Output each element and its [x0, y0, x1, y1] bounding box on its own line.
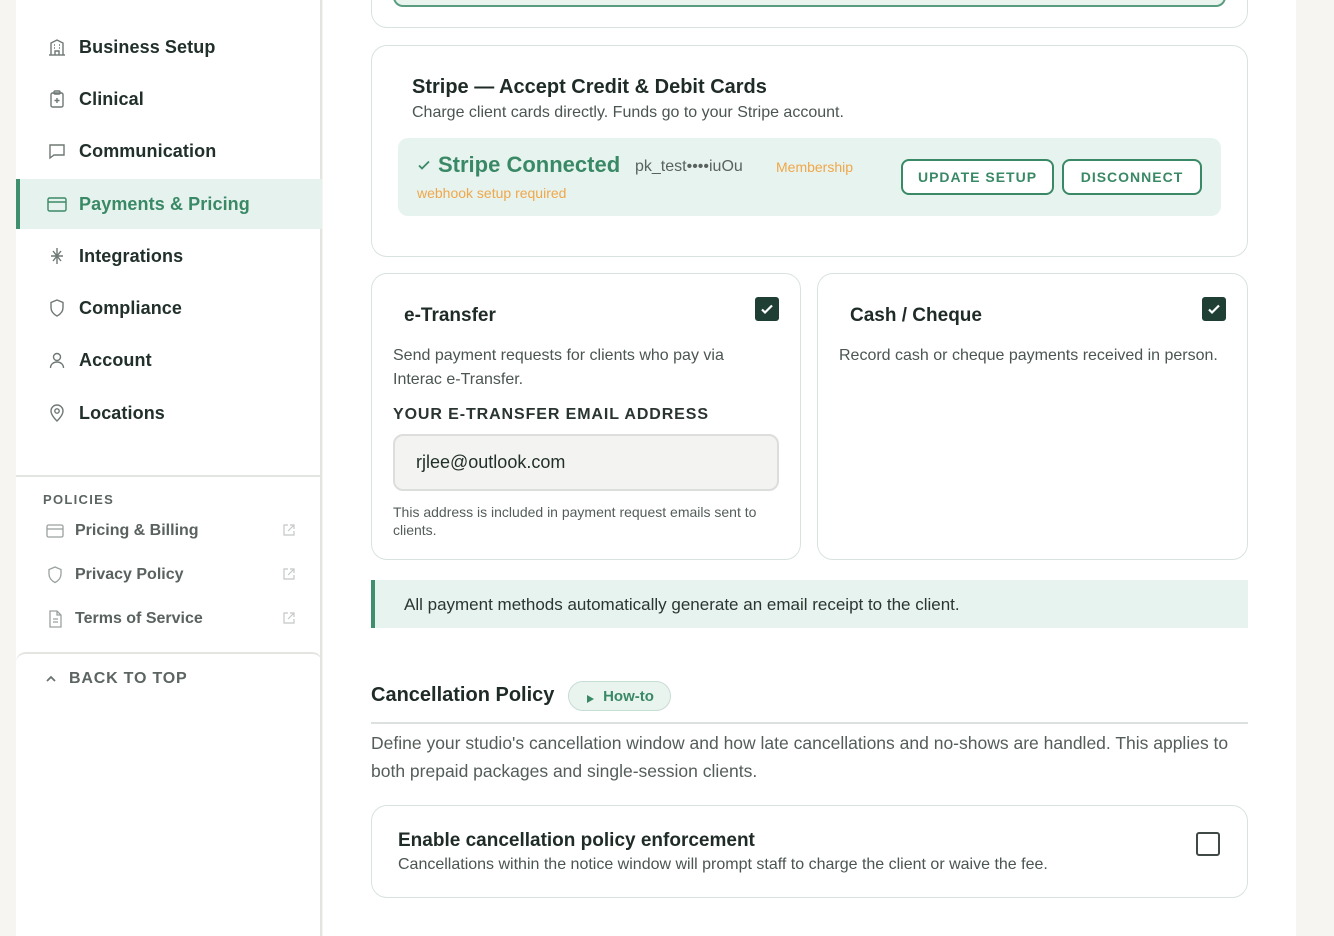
stripe-status-text: Stripe Connected	[438, 152, 621, 177]
sidebar-item-clinical[interactable]: Clinical	[16, 74, 322, 124]
receipt-info-text: All payment methods automatically genera…	[404, 595, 960, 614]
etransfer-email-help: This address is included in payment requ…	[393, 504, 757, 538]
enforcement-description: Cancellations within the notice window w…	[398, 856, 1048, 873]
update-setup-button[interactable]: UPDATE SETUP	[901, 159, 1054, 195]
section-divider	[371, 722, 1248, 724]
disconnect-button[interactable]: DISCONNECT	[1062, 159, 1202, 195]
shield-icon	[46, 297, 68, 319]
back-to-top-button[interactable]: BACK TO TOP	[44, 670, 187, 688]
user-icon	[46, 349, 68, 371]
clipboard-icon	[46, 88, 68, 110]
external-link-icon	[282, 567, 296, 581]
sidebar-item-label: Compliance	[79, 297, 183, 318]
policy-link-terms-of-service[interactable]: Terms of Service	[46, 605, 296, 633]
sidebar-item-compliance[interactable]: Compliance	[16, 283, 322, 333]
sidebar-item-account[interactable]: Account	[16, 335, 322, 385]
previous-card-stub	[371, 0, 1248, 28]
sidebar-item-business-setup[interactable]: Business Setup	[16, 22, 322, 72]
check-icon	[416, 157, 432, 173]
etransfer-description: Send payment requests for clients who pa…	[393, 347, 724, 388]
previous-card-inner	[393, 0, 1226, 7]
policy-link-label: Terms of Service	[75, 610, 203, 627]
cancellation-enforcement-card: Enable cancellation policy enforcement C…	[371, 805, 1248, 898]
policy-link-label: Pricing & Billing	[75, 522, 199, 539]
external-link-icon	[282, 611, 296, 625]
chat-icon	[46, 140, 68, 162]
sidebar-item-label: Integrations	[79, 245, 184, 266]
external-link-icon	[282, 523, 296, 537]
webhook-warning-line2: webhook setup required	[417, 185, 567, 201]
policies-heading: POLICIES	[43, 492, 115, 507]
sidebar-item-locations[interactable]: Locations	[16, 388, 322, 438]
cash-cheque-description: Record cash or cheque payments received …	[839, 347, 1218, 364]
back-to-top-panel: BACK TO TOP	[16, 652, 322, 936]
etransfer-enable-checkbox[interactable]	[755, 297, 779, 321]
checkmark-icon	[761, 304, 773, 315]
credit-card-icon	[46, 193, 68, 215]
etransfer-card: e-Transfer Send payment requests for cli…	[371, 273, 801, 560]
sidebar-divider	[16, 475, 322, 477]
receipt-info-note: All payment methods automatically genera…	[371, 580, 1248, 628]
etransfer-title: e-Transfer	[404, 305, 496, 326]
howto-button[interactable]: How-to	[568, 681, 671, 711]
document-icon	[46, 610, 64, 628]
map-pin-icon	[46, 402, 68, 424]
sidebar-item-label: Payments & Pricing	[79, 193, 250, 214]
sidebar-item-label: Business Setup	[79, 36, 216, 57]
main-content: Stripe — Accept Credit & Debit Cards Cha…	[323, 0, 1296, 936]
howto-label: How-to	[603, 687, 654, 705]
settings-sidebar: Business Setup Clinical Communication Pa…	[16, 0, 322, 936]
credit-card-icon	[46, 522, 64, 540]
sidebar-item-label: Account	[79, 349, 152, 370]
cash-cheque-card: Cash / Cheque Record cash or cheque paym…	[817, 273, 1248, 560]
cash-cheque-enable-checkbox[interactable]	[1202, 297, 1226, 321]
policy-link-privacy-policy[interactable]: Privacy Policy	[46, 561, 296, 589]
sidebar-item-label: Locations	[79, 402, 165, 423]
enforcement-title: Enable cancellation policy enforcement	[398, 830, 755, 851]
sidebar-item-label: Communication	[79, 140, 217, 161]
stripe-connection-status-box: Stripe Connected pk_test••••iuOu Members…	[398, 138, 1221, 216]
etransfer-email-label: YOUR E-TRANSFER EMAIL ADDRESS	[393, 406, 709, 423]
building-icon	[46, 36, 68, 58]
sidebar-item-label: Clinical	[79, 88, 144, 109]
chevron-up-icon	[44, 672, 58, 686]
sidebar-item-communication[interactable]: Communication	[16, 126, 322, 176]
sidebar-item-payments-pricing[interactable]: Payments & Pricing	[16, 179, 322, 229]
enforcement-checkbox[interactable]	[1196, 832, 1220, 856]
webhook-warning-line1: Membership	[776, 159, 854, 175]
stripe-connected-status: Stripe Connected	[416, 152, 620, 178]
policy-link-pricing-billing[interactable]: Pricing & Billing	[46, 517, 296, 545]
shield-icon	[46, 566, 64, 584]
policy-link-label: Privacy Policy	[75, 566, 184, 583]
back-to-top-label: BACK TO TOP	[69, 670, 188, 687]
stripe-title: Stripe — Accept Credit & Debit Cards	[412, 76, 767, 98]
stripe-subtitle: Charge client cards directly. Funds go t…	[412, 104, 844, 121]
etransfer-email-field[interactable]	[393, 434, 779, 491]
cancellation-policy-description: Define your studio's cancellation window…	[371, 733, 1229, 781]
stripe-card: Stripe — Accept Credit & Debit Cards Cha…	[371, 45, 1248, 257]
sidebar-item-integrations[interactable]: Integrations	[16, 231, 322, 281]
stripe-public-key: pk_test••••iuOu	[635, 158, 743, 175]
play-icon	[585, 691, 595, 703]
cancellation-policy-title: Cancellation Policy	[371, 684, 555, 706]
integrations-icon	[46, 245, 68, 267]
checkmark-icon	[1208, 304, 1220, 315]
cash-cheque-title: Cash / Cheque	[850, 305, 982, 326]
